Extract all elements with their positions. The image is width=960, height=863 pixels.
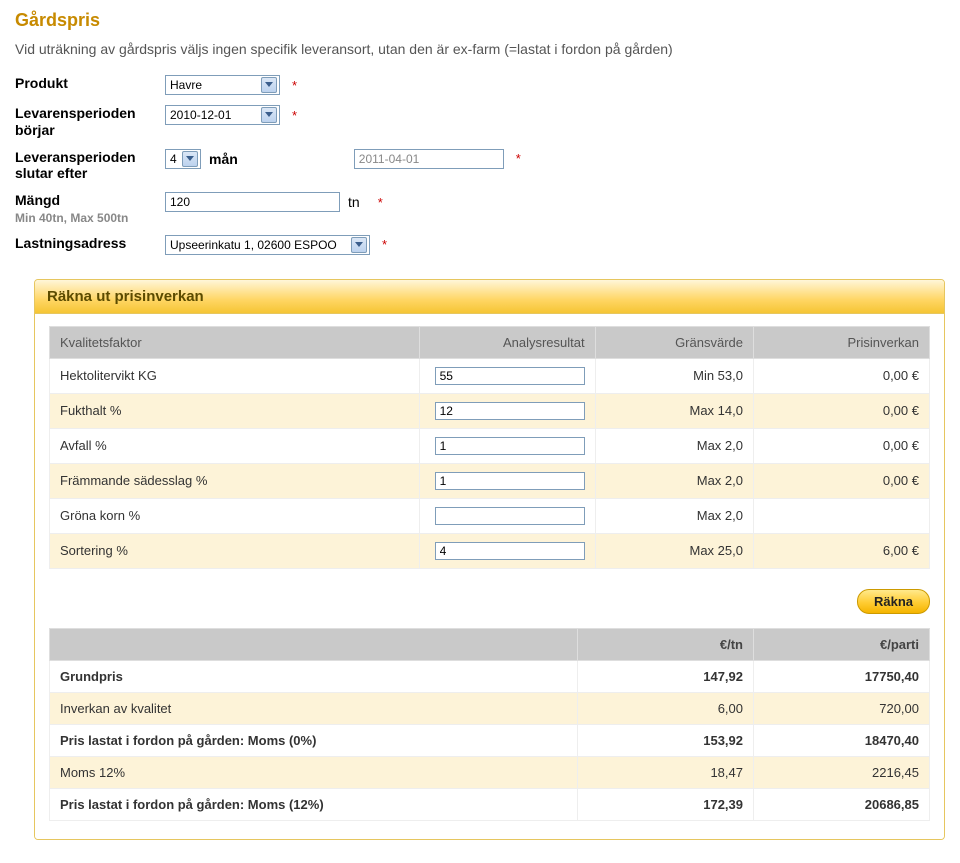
required-mark: * [378, 195, 383, 210]
quality-row: Avfall % Max 2,00,00 € [50, 428, 930, 463]
results-row-parti: 2216,45 [754, 756, 930, 788]
quality-row-limit: Max 25,0 [595, 533, 753, 568]
results-row: Inverkan av kvalitet6,00720,00 [50, 692, 930, 724]
quality-col-name: Kvalitetsfaktor [50, 326, 420, 358]
quality-row-price: 0,00 € [753, 428, 929, 463]
results-col-parti: €/parti [754, 628, 930, 660]
required-mark: * [382, 237, 387, 252]
results-row-pertn: 153,92 [578, 724, 754, 756]
results-row-parti: 20686,85 [754, 788, 930, 820]
mangd-unit: tn [348, 194, 360, 210]
results-row-label: Grundpris [50, 660, 578, 692]
results-row-label: Pris lastat i fordon på gården: Moms (0%… [50, 724, 578, 756]
results-row-parti: 720,00 [754, 692, 930, 724]
quality-row: Gröna korn % Max 2,0 [50, 498, 930, 533]
required-mark: * [516, 151, 521, 166]
quality-row-price [753, 498, 929, 533]
required-mark: * [292, 78, 297, 93]
quality-row-limit: Max 14,0 [595, 393, 753, 428]
results-row-pertn: 6,00 [578, 692, 754, 724]
quality-col-limit: Gränsvärde [595, 326, 753, 358]
results-col-pertn: €/tn [578, 628, 754, 660]
quality-row-limit: Max 2,0 [595, 428, 753, 463]
quality-row-input-cell [419, 463, 595, 498]
results-row: Pris lastat i fordon på gården: Moms (12… [50, 788, 930, 820]
lev-slut-label: Leveransperioden slutar efter [15, 149, 155, 183]
produkt-select-value: Havre [170, 78, 202, 92]
quality-row-limit: Min 53,0 [595, 358, 753, 393]
quality-row-price: 0,00 € [753, 393, 929, 428]
results-row-label: Inverkan av kvalitet [50, 692, 578, 724]
quality-row-name: Främmande sädesslag % [50, 463, 420, 498]
months-unit: mån [209, 151, 238, 167]
produkt-label: Produkt [15, 75, 155, 92]
quality-row: Fukthalt % Max 14,00,00 € [50, 393, 930, 428]
chevron-down-icon [351, 237, 367, 253]
intro-text: Vid uträkning av gårdspris väljs ingen s… [0, 35, 960, 75]
quality-input[interactable] [435, 507, 585, 525]
required-mark: * [292, 108, 297, 123]
lev-start-label: Levarensperioden börjar [15, 105, 155, 139]
quality-row-input-cell [419, 428, 595, 463]
quality-input[interactable] [435, 472, 585, 490]
quality-row: Hektolitervikt KG Min 53,00,00 € [50, 358, 930, 393]
results-row: Moms 12%18,472216,45 [50, 756, 930, 788]
produkt-select[interactable]: Havre [165, 75, 280, 95]
quality-input[interactable] [435, 437, 585, 455]
quality-input[interactable] [435, 402, 585, 420]
quality-row: Främmande sädesslag % Max 2,00,00 € [50, 463, 930, 498]
results-row-label: Pris lastat i fordon på gården: Moms (12… [50, 788, 578, 820]
results-table: €/tn €/parti Grundpris147,9217750,40Inve… [49, 628, 930, 821]
quality-row-name: Sortering % [50, 533, 420, 568]
results-row-parti: 18470,40 [754, 724, 930, 756]
quality-input[interactable] [435, 367, 585, 385]
lev-slut-months-value: 4 [170, 152, 177, 166]
results-row-label: Moms 12% [50, 756, 578, 788]
results-row: Pris lastat i fordon på gården: Moms (0%… [50, 724, 930, 756]
quality-row-price: 0,00 € [753, 463, 929, 498]
quality-row-price: 0,00 € [753, 358, 929, 393]
quality-col-price: Prisinverkan [753, 326, 929, 358]
calc-button[interactable]: Räkna [857, 589, 930, 614]
form-grid: Produkt Havre * Levarensperioden börjar … [0, 75, 960, 255]
lev-slut-months-select[interactable]: 4 [165, 149, 201, 169]
chevron-down-icon [261, 77, 277, 93]
quality-row-input-cell [419, 358, 595, 393]
quality-row-limit: Max 2,0 [595, 463, 753, 498]
quality-row-input-cell [419, 498, 595, 533]
quality-row-limit: Max 2,0 [595, 498, 753, 533]
quality-input[interactable] [435, 542, 585, 560]
lastning-label: Lastningsadress [15, 235, 155, 252]
quality-row-price: 6,00 € [753, 533, 929, 568]
quality-row-input-cell [419, 393, 595, 428]
quality-row-name: Hektolitervikt KG [50, 358, 420, 393]
lev-slut-end-date [354, 149, 504, 169]
mangd-label: Mängd [15, 192, 155, 209]
lev-start-value: 2010-12-01 [170, 108, 231, 122]
results-row-pertn: 172,39 [578, 788, 754, 820]
quality-col-analys: Analysresultat [419, 326, 595, 358]
lev-start-select[interactable]: 2010-12-01 [165, 105, 280, 125]
price-panel: Räkna ut prisinverkan Kvalitetsfaktor An… [34, 279, 945, 840]
chevron-down-icon [182, 151, 198, 167]
quality-row-name: Gröna korn % [50, 498, 420, 533]
lastning-value: Upseerinkatu 1, 02600 ESPOO [170, 238, 345, 252]
lastning-select[interactable]: Upseerinkatu 1, 02600 ESPOO [165, 235, 370, 255]
chevron-down-icon [261, 107, 277, 123]
quality-row-name: Fukthalt % [50, 393, 420, 428]
page-title: Gårdspris [0, 0, 960, 35]
results-row-pertn: 147,92 [578, 660, 754, 692]
results-row-parti: 17750,40 [754, 660, 930, 692]
mangd-input[interactable] [165, 192, 340, 212]
quality-row: Sortering % Max 25,06,00 € [50, 533, 930, 568]
results-row-pertn: 18,47 [578, 756, 754, 788]
quality-table: Kvalitetsfaktor Analysresultat Gränsvärd… [49, 326, 930, 569]
results-row: Grundpris147,9217750,40 [50, 660, 930, 692]
panel-title: Räkna ut prisinverkan [35, 280, 944, 314]
mangd-sublabel: Min 40tn, Max 500tn [15, 211, 155, 225]
quality-row-name: Avfall % [50, 428, 420, 463]
quality-row-input-cell [419, 533, 595, 568]
results-col-label [50, 628, 578, 660]
